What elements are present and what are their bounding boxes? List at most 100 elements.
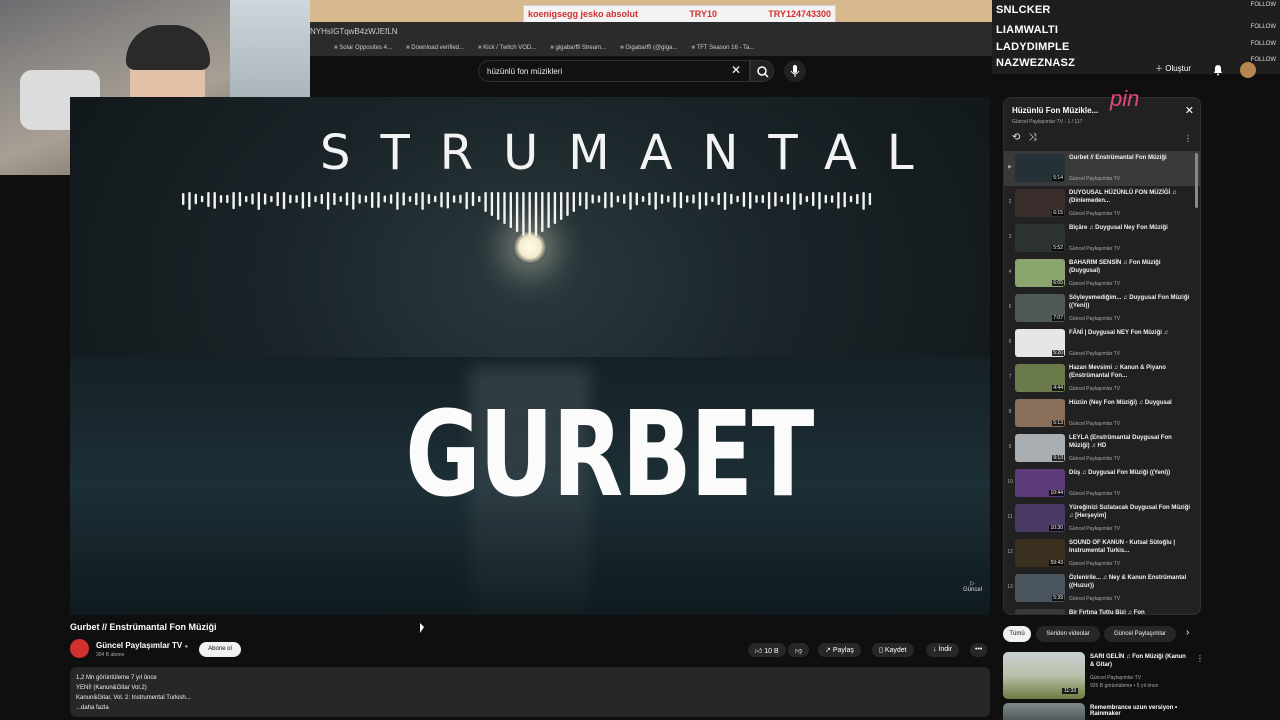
playlist-item-thumbnail[interactable]: 5:20 <box>1015 329 1065 357</box>
visualizer-bar <box>339 195 342 203</box>
recommendation-menu-icon[interactable]: ⋮ <box>1196 654 1204 663</box>
show-more-link[interactable]: ...daha fazla <box>76 703 984 713</box>
channel-avatar[interactable] <box>70 639 89 658</box>
video-player[interactable]: STRUMANTAL GURBET ▷ Güncel <box>70 97 990 615</box>
description-box[interactable]: 1,2 Mn görüntüleme 7 yıl önce YENİ! (Kan… <box>70 667 990 717</box>
visualizer-bar <box>415 192 418 206</box>
playlist-item-title[interactable]: Yüreğinizi Sızlatacak Duygusal Fon Müziğ… <box>1069 504 1193 520</box>
playlist-item-thumbnail[interactable]: 7:07 <box>1015 294 1065 322</box>
playlist-item-thumbnail[interactable]: 5:13 <box>1015 399 1065 427</box>
visualizer-bar <box>289 194 292 204</box>
close-icon[interactable]: ✕ <box>1185 104 1194 117</box>
playlist-item-thumbnail[interactable]: 9:13 <box>1015 434 1065 462</box>
playlist-item[interactable]: 6 5:20 FÂNİ | Duygusal NEY Fon Müziği ♫ Gün… <box>1004 326 1200 361</box>
visualizer-bar <box>200 195 204 203</box>
playlist-item[interactable]: 2 6:15 DUYGUSAL HÜZÜNLÜ FON MÜZİĞİ ♫ (Dinl… <box>1004 186 1200 221</box>
playlist-item[interactable]: 8 5:13 Hüzün (Ney Fon Müziği) ♫ Duygusal Gü… <box>1004 396 1200 431</box>
playlist-menu-icon[interactable]: ⋮ <box>1184 134 1192 143</box>
search-button[interactable] <box>750 60 774 82</box>
playlist-item-thumbnail[interactable]: 10:44 <box>1015 469 1065 497</box>
dislike-button[interactable]: 👎︎ <box>788 643 810 657</box>
create-button[interactable]: ＋ Oluştur <box>1155 63 1191 74</box>
save-button[interactable]: ▯ Kaydet <box>872 643 914 657</box>
recommendation-meta: Güncel Paylaşımlar TV 926 B görüntüleme •… <box>1090 675 1159 689</box>
avatar[interactable] <box>1240 62 1256 78</box>
playlist-item-thumbnail[interactable]: 6:05 <box>1015 259 1065 287</box>
playlist-item-title[interactable]: DUYGUSAL HÜZÜNLÜ FON MÜZİĞİ ♫ (Dinlemede… <box>1069 189 1193 205</box>
playlist-item-thumbnail[interactable]: 4:44 <box>1015 364 1065 392</box>
playlist-item-thumbnail[interactable]: 6:15 <box>1015 189 1065 217</box>
bookmark-item[interactable]: Kick / Twitch VOD... <box>478 45 536 51</box>
playlist-item-title[interactable]: Bîçâre ♫ Duygusal Ney Fon Müziği <box>1069 224 1193 232</box>
playlist-item-thumbnail[interactable]: 5:39 <box>1015 574 1065 602</box>
chip-all[interactable]: Tümü <box>1003 626 1031 642</box>
playlist-item[interactable]: 4 6:05 BAHARIM SENSİN ♫ Fon Müziği (Duygus… <box>1004 256 1200 291</box>
search-input[interactable]: hüzünlü fon müzikleri <box>478 60 750 82</box>
shuffle-icon[interactable]: ⤨ <box>1028 132 1044 143</box>
channel-watermark[interactable]: ▷ Güncel <box>963 580 982 593</box>
playlist-item-title[interactable]: Bir Fırtına Tuttu Bizi ♫ Fon <box>1069 609 1193 614</box>
like-button[interactable]: 👍︎ 10 B <box>748 643 786 657</box>
bookmark-item[interactable]: Solar Opposites 4... <box>334 45 392 51</box>
chip-channel[interactable]: Güncel Paylaşımlar <box>1104 626 1176 642</box>
recommendation-thumbnail[interactable] <box>1003 703 1085 720</box>
channel-name[interactable]: Güncel Paylaşımlar TV ● <box>96 641 188 650</box>
playlist-title[interactable]: Hüzünlü Fon Müzikle... <box>1012 106 1098 115</box>
visualizer-bar <box>188 192 191 210</box>
scrollbar[interactable] <box>1195 153 1198 208</box>
bookmark-item[interactable]: Download verified... <box>406 45 464 51</box>
download-button[interactable]: ↓ İndir <box>926 643 960 657</box>
subscribe-button[interactable]: Abone ol <box>199 642 241 657</box>
playlist-item-title[interactable]: Hazan Mevsimi ♫ Kanun & Piyano (Enstrüma… <box>1069 364 1193 380</box>
playlist-item-title[interactable]: LEYLA (Enstrümantal Duygusal Fon Müziği)… <box>1069 434 1193 450</box>
recommendation-title[interactable]: SARI GELİN ♫ Fon Müziği (Kanun & Gitar) <box>1090 653 1190 669</box>
playlist-item-title[interactable]: Özlenirile... ♫ Ney & Kanun Enstrümantal… <box>1069 574 1193 590</box>
voice-search-button[interactable] <box>784 60 806 82</box>
playlist-item-title[interactable]: Gurbet // Enstrümantal Fon Müziği <box>1069 154 1193 162</box>
playlist-item-channel: Güncel Paylaşımlar TV <box>1069 561 1121 567</box>
playlist-item[interactable]: 12 59:43 SOUND OF KANUN - Kutsal Sütoğlu |… <box>1004 536 1200 571</box>
visualizer-bar <box>452 195 456 203</box>
more-actions-button[interactable]: ••• <box>970 643 988 657</box>
share-button[interactable]: ↗ Paylaş <box>818 643 861 657</box>
video-title-word: GURBET <box>405 385 814 523</box>
bookmark-item[interactable]: TFT Season 16 - Ta... <box>691 45 755 51</box>
playlist-item-title[interactable]: FÂNİ | Duygusal NEY Fon Müziği ♫ <box>1069 329 1193 337</box>
playlist-item-thumbnail[interactable]: 10:30 <box>1015 504 1065 532</box>
loop-icon[interactable]: ⟲ <box>1012 132 1028 143</box>
bookmark-item[interactable]: gigabarffi Stream... <box>550 45 607 51</box>
playlist-item-thumbnail[interactable]: 59:43 <box>1015 539 1065 567</box>
playlist-item[interactable]: 13 5:39 Özlenirile... ♫ Ney & Kanun Enstrü… <box>1004 571 1200 606</box>
playlist-item[interactable]: 3 5:52 Bîçâre ♫ Duygusal Ney Fon Müziği Gün… <box>1004 221 1200 256</box>
visualizer-bar <box>427 193 431 205</box>
playlist-item[interactable]: 7 4:44 Hazan Mevsimi ♫ Kanun & Piyano (Ens… <box>1004 361 1200 396</box>
playlist-item[interactable]: 10 10:44 Düş ♫ Duygusal Fon Müziği ((Yeni)… <box>1004 466 1200 501</box>
playlist-item-title[interactable]: Söyleyemediğim... ♫ Duygusal Fon Müziği … <box>1069 294 1193 310</box>
playlist-item-title[interactable]: SOUND OF KANUN - Kutsal Sütoğlu | Instru… <box>1069 539 1193 555</box>
visualizer-bar <box>635 192 638 206</box>
playlist-item-index: 4 <box>1008 269 1012 275</box>
playlist-item[interactable]: 11 10:30 Yüreğinizi Sızlatacak Duygusal Fo… <box>1004 501 1200 536</box>
visualizer-bar <box>692 194 695 204</box>
bookmark-item[interactable]: Gigabarffi (@giga... <box>620 45 677 51</box>
playlist-item-thumbnail[interactable]: 5:52 <box>1015 224 1065 252</box>
playlist-item-thumbnail[interactable] <box>1015 609 1065 614</box>
playlist-item-thumbnail[interactable]: 5:14 <box>1015 154 1065 182</box>
chevron-right-icon[interactable]: › <box>1186 627 1189 638</box>
playlist-item-title[interactable]: BAHARIM SENSİN ♫ Fon Müziği (Duygusal) <box>1069 259 1193 275</box>
playlist-item-title[interactable]: Düş ♫ Duygusal Fon Müziği ((Yeni)) <box>1069 469 1193 477</box>
clear-search-icon[interactable]: ✕ <box>731 63 741 77</box>
visualizer-bar <box>667 195 670 203</box>
visualizer-bar <box>572 192 575 212</box>
notifications-bell-icon[interactable] <box>1212 64 1224 76</box>
playlist-item[interactable]: 9 9:13 LEYLA (Enstrümantal Duygusal Fon Mü… <box>1004 431 1200 466</box>
playlist-item[interactable]: 5 7:07 Söyleyemediğim... ♫ Duygusal Fon Mü… <box>1004 291 1200 326</box>
chip-series[interactable]: Seriden videolar <box>1036 626 1100 642</box>
visualizer-bar <box>257 192 260 210</box>
recommendation-title[interactable]: Remembrance uzun versiyon • Rainmaker <box>1090 705 1190 717</box>
browser-url-bar[interactable]: NYHsIGTqwB4zWJEfLN <box>310 22 992 40</box>
visualizer-bar <box>843 192 846 208</box>
playlist-item-title[interactable]: Hüzün (Ney Fon Müziği) ♫ Duygusal <box>1069 399 1193 407</box>
playlist-item[interactable]: 14Bir Fırtına Tuttu Bizi ♫ Fon <box>1004 606 1200 614</box>
playlist-item[interactable]: ▶ 5:14 Gurbet // Enstrümantal Fon Müziği Gü… <box>1004 151 1200 186</box>
